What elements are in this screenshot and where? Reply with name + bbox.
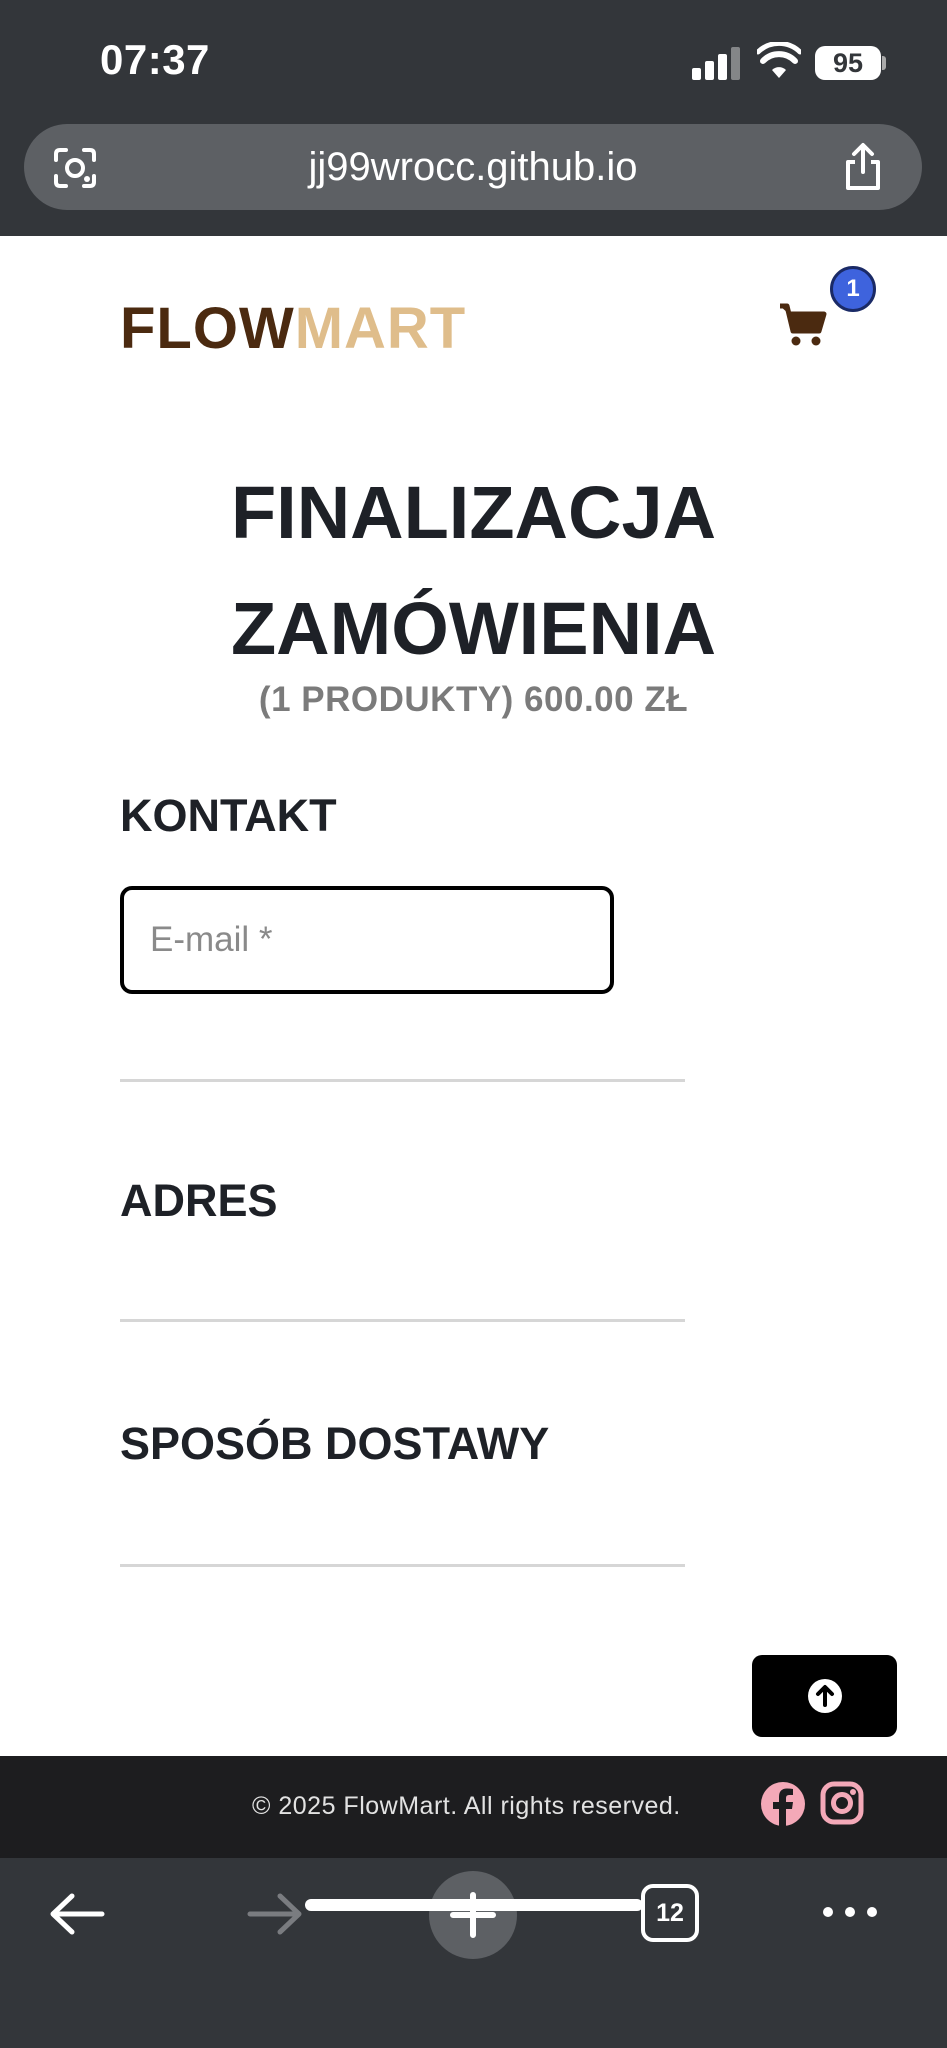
arrow-up-icon	[808, 1679, 842, 1713]
delivery-heading[interactable]: SPOSÓB DOSTAWY	[120, 1418, 549, 1470]
contact-heading: KONTAKT	[120, 790, 337, 841]
browser-bottom-bar: 12	[0, 1858, 947, 2048]
section-divider	[120, 1319, 685, 1322]
copyright-text: © 2025 FlowMart. All rights reserved.	[252, 1792, 681, 1820]
facebook-icon[interactable]	[759, 1780, 807, 1828]
back-arrow-icon[interactable]	[46, 1888, 108, 1940]
logo-part-mart[interactable]: MART	[295, 296, 467, 361]
instagram-icon[interactable]	[819, 1780, 865, 1826]
wifi-icon	[757, 42, 801, 78]
new-tab-button[interactable]	[429, 1871, 517, 1959]
more-icon[interactable]	[820, 1902, 880, 1922]
tab-count-button[interactable]: 12	[641, 1884, 699, 1942]
browser-top-bar: 07:37 95 jj99wrocc.github.io	[0, 0, 947, 236]
site-logo[interactable]: FLOWMART	[120, 295, 466, 362]
battery-indicator: 95	[815, 46, 881, 80]
cart-icon[interactable]	[778, 302, 828, 348]
logo-part-flow[interactable]: FLOW	[120, 296, 295, 361]
battery-cap	[882, 56, 886, 70]
address-heading[interactable]: ADRES	[120, 1175, 278, 1227]
address-bar[interactable]: jj99wrocc.github.io	[24, 124, 922, 210]
page-title-line2: ZAMÓWIENIA	[230, 587, 717, 670]
section-divider	[120, 1564, 685, 1567]
scroll-to-top-button[interactable]	[752, 1655, 897, 1737]
page-title: FINALIZACJA ZAMÓWIENIA	[0, 455, 947, 687]
order-summary: (1 PRODUKTY) 600.00 ZŁ	[258, 680, 689, 719]
page-title-line1: FINALIZACJA	[230, 471, 717, 554]
plus-icon	[450, 1892, 496, 1938]
lens-icon[interactable]	[52, 146, 98, 190]
cart-count-badge[interactable]: 1	[830, 266, 876, 312]
url-text[interactable]: jj99wrocc.github.io	[24, 124, 922, 210]
email-field[interactable]	[120, 886, 614, 994]
share-icon[interactable]	[840, 142, 886, 192]
section-divider	[120, 1079, 685, 1082]
forward-arrow-icon[interactable]	[244, 1888, 306, 1940]
site-footer: © 2025 FlowMart. All rights reserved.	[0, 1756, 947, 1858]
status-time: 07:37	[100, 36, 210, 83]
cellular-signal-icon	[692, 44, 740, 80]
home-indicator	[305, 1899, 643, 1911]
